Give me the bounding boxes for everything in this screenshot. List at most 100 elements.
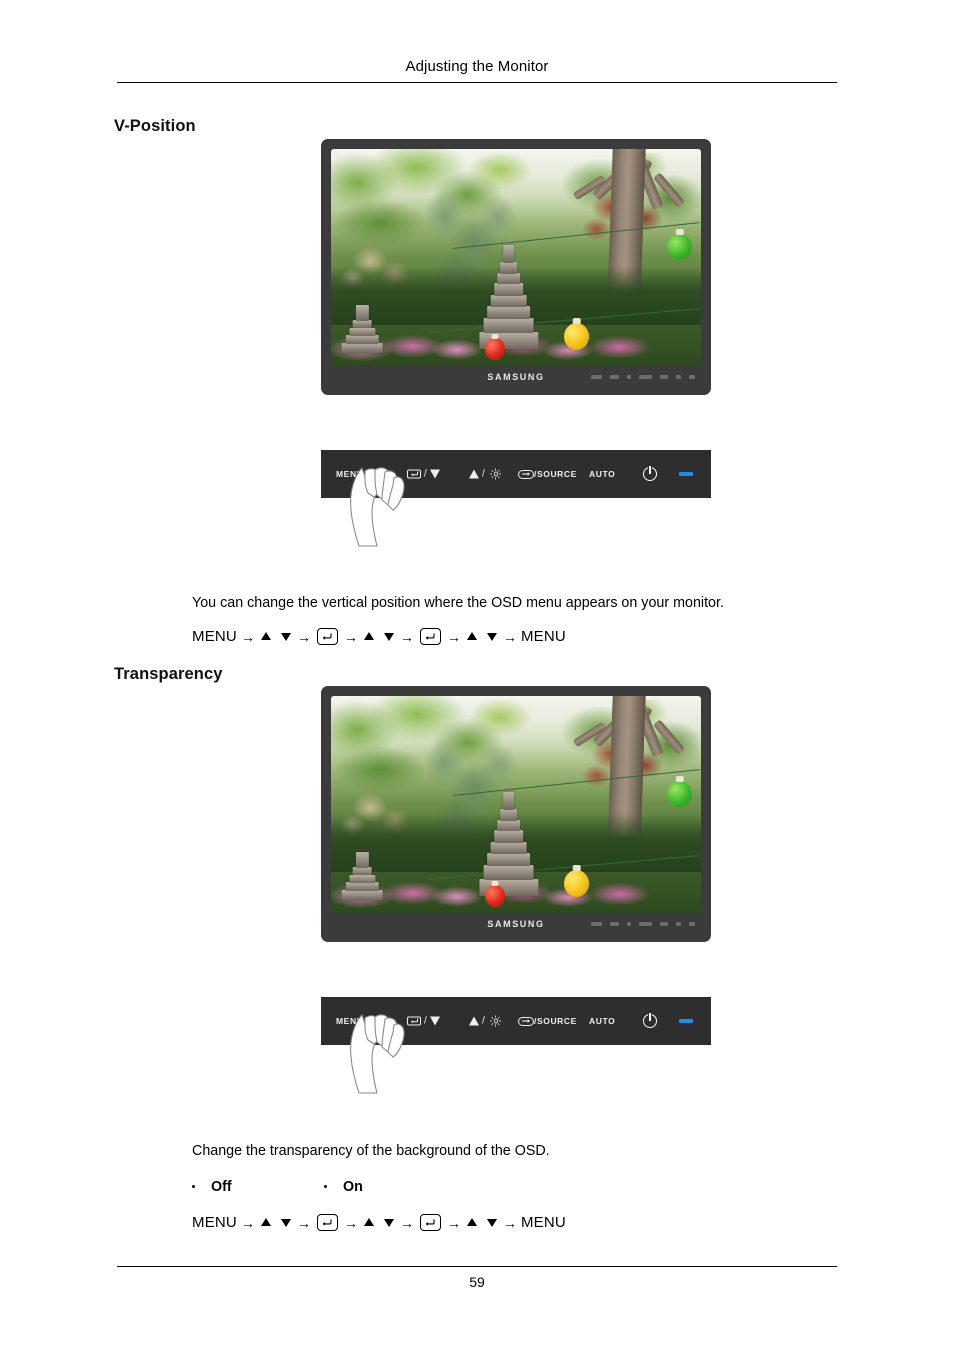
enter-key-icon — [407, 469, 421, 479]
control-source-label: /SOURCE — [534, 469, 577, 479]
control-button-up-brightness[interactable]: / — [469, 468, 502, 480]
option-off-label: Off — [211, 1179, 232, 1195]
osd-menu-icon — [365, 469, 381, 479]
navigation-path-transparency: MENU → → → → → → MENU — [192, 1214, 566, 1231]
control-button-menu[interactable]: MENU — [336, 469, 381, 479]
control-separator: / — [424, 468, 428, 480]
control-button-up-brightness[interactable]: / — [469, 1015, 502, 1027]
nav-start-label: MENU — [192, 628, 237, 645]
bezel-control-marks — [591, 921, 695, 926]
triangle-down-icon — [430, 1016, 441, 1026]
bullet-icon — [192, 1184, 195, 1188]
control-button-auto[interactable]: AUTO — [589, 1016, 615, 1026]
led-indicator-icon — [679, 472, 693, 476]
nav-up-icon — [260, 1218, 271, 1226]
control-button-power[interactable] — [643, 466, 657, 481]
nav-arrow-icon: → — [399, 628, 414, 645]
footer-divider — [117, 1266, 837, 1267]
nav-down-icon — [383, 632, 394, 641]
page-number: 59 — [469, 1274, 485, 1290]
nav-start-label: MENU — [192, 1214, 237, 1231]
power-led-indicator — [679, 1019, 693, 1023]
nav-arrow-icon: → — [240, 628, 255, 645]
nav-enter-icon — [316, 628, 338, 645]
power-icon — [643, 466, 657, 481]
nav-arrow-icon: → — [343, 1214, 358, 1231]
monitor-bezel-bottom: SAMSUNG — [331, 366, 701, 387]
control-separator: / — [482, 1015, 486, 1027]
nav-arrow-icon: → — [296, 1214, 311, 1231]
option-on[interactable]: On — [324, 1179, 363, 1195]
enter-key-icon — [407, 1016, 421, 1026]
lantern-red-icon — [484, 337, 506, 360]
control-button-enter-down[interactable]: / — [407, 468, 441, 480]
section-heading-transparency: Transparency — [114, 665, 223, 683]
nav-down-icon — [486, 1218, 497, 1227]
monitor-screen — [331, 696, 701, 913]
nav-arrow-icon: → — [296, 628, 311, 645]
nav-enter-icon — [316, 1214, 338, 1231]
nav-arrow-icon: → — [343, 628, 358, 645]
samsung-logo: SAMSUNG — [487, 918, 545, 929]
nav-arrow-icon: → — [502, 628, 517, 645]
lantern-red-icon — [484, 884, 506, 907]
control-menu-label: MENU — [336, 469, 364, 479]
nav-end-label: MENU — [520, 628, 566, 645]
monitor-screen — [331, 149, 701, 366]
monitor-illustration-v-position: SAMSUNG — [321, 139, 711, 395]
control-button-enter-down[interactable]: / — [407, 1016, 441, 1027]
triangle-up-icon — [469, 1016, 479, 1026]
header-divider — [117, 82, 837, 83]
samsung-logo: SAMSUNG — [487, 371, 545, 382]
nav-enter-icon — [419, 628, 441, 645]
control-button-menu[interactable]: MENU — [336, 1016, 381, 1026]
screen-photo — [331, 696, 701, 913]
control-auto-label: AUTO — [589, 469, 616, 479]
power-icon — [643, 1013, 657, 1028]
control-button-source[interactable]: /SOURCE — [518, 1016, 577, 1026]
page-header-title: Adjusting the Monitor — [405, 58, 549, 75]
bullet-icon — [324, 1184, 327, 1188]
document-page: Adjusting the Monitor V-Position SAMSUNG… — [0, 0, 954, 1350]
power-led-indicator — [679, 472, 693, 476]
control-button-source[interactable]: /SOURCE — [518, 469, 577, 479]
option-off[interactable]: Off — [192, 1179, 324, 1195]
monitor-illustration-transparency: SAMSUNG — [321, 686, 711, 942]
nav-up-icon — [466, 1218, 477, 1226]
nav-up-icon — [466, 632, 477, 640]
transparency-options: Off On — [192, 1179, 363, 1195]
brightness-icon — [490, 1015, 502, 1027]
option-on-label: On — [343, 1179, 363, 1195]
source-icon — [518, 1016, 534, 1026]
control-button-auto[interactable]: AUTO — [589, 469, 615, 479]
lantern-yellow-icon — [564, 322, 590, 350]
lantern-yellow-icon — [564, 869, 590, 897]
section-heading-v-position: V-Position — [114, 117, 196, 135]
control-source-label: /SOURCE — [534, 1016, 577, 1026]
nav-up-icon — [363, 1218, 374, 1226]
pagoda-large-icon — [479, 244, 539, 349]
nav-enter-icon — [419, 1214, 441, 1231]
source-icon — [518, 469, 534, 479]
control-menu-label: MENU — [336, 1016, 364, 1026]
monitor-bezel-bottom: SAMSUNG — [331, 913, 701, 934]
control-separator: / — [482, 468, 486, 480]
nav-arrow-icon: → — [399, 1214, 414, 1231]
nav-arrow-icon: → — [240, 1214, 255, 1231]
nav-end-label: MENU — [520, 1214, 566, 1231]
description-v-position: You can change the vertical position whe… — [192, 595, 724, 611]
control-button-power[interactable] — [643, 1013, 657, 1028]
nav-down-icon — [486, 632, 497, 641]
pagoda-small-icon — [342, 305, 383, 353]
nav-arrow-icon: → — [502, 1214, 517, 1231]
description-transparency: Change the transparency of the backgroun… — [192, 1143, 550, 1159]
triangle-up-icon — [469, 469, 479, 479]
nav-up-icon — [260, 632, 271, 640]
triangle-down-icon — [430, 469, 441, 479]
nav-down-icon — [383, 1218, 394, 1227]
pagoda-large-icon — [479, 791, 539, 896]
nav-up-icon — [363, 632, 374, 640]
nav-arrow-icon: → — [446, 1214, 461, 1231]
pagoda-small-icon — [342, 852, 383, 900]
lantern-green-icon — [667, 233, 692, 260]
